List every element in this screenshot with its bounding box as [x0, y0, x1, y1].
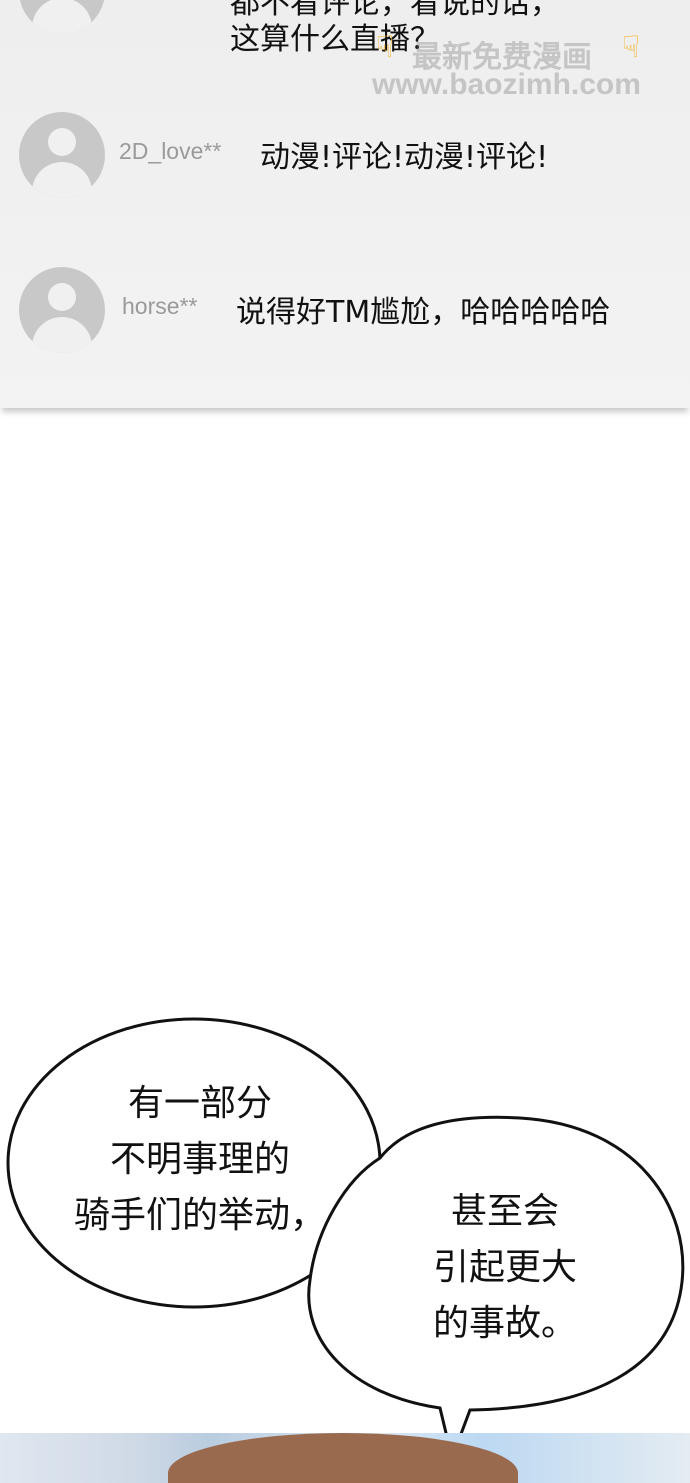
bubble-line: 不明事理的 — [109, 1139, 290, 1180]
comic-scene-strip — [0, 1433, 690, 1483]
comment-text: 说得好TM尴尬，哈哈哈哈哈 — [236, 295, 611, 330]
bubble-line: 引起更大 — [432, 1247, 577, 1288]
avatar — [19, 0, 105, 34]
avatar — [19, 112, 105, 198]
comment-text: 动漫!评论!动漫!评论! — [260, 140, 549, 175]
bubble-line: 甚至会 — [450, 1191, 559, 1232]
speech-bubbles: 有一部分 不明事理的 骑手们的举动， 甚至会 引起更大 的事故。 — [0, 1010, 690, 1470]
comment-username: horse** — [122, 293, 198, 319]
bubble-line: 有一部分 — [127, 1083, 272, 1124]
bubble-line: 骑手们的举动， — [73, 1195, 326, 1236]
bubble-line: 的事故。 — [432, 1303, 577, 1344]
comment-username: 2D_love** — [119, 138, 222, 164]
avatar — [19, 267, 105, 353]
pointing-down-hand-icon: ☟ — [376, 30, 395, 65]
pointing-down-hand-icon: ☟ — [622, 30, 641, 65]
watermark-url: www.baozimh.com — [372, 68, 641, 101]
speech-bubble-left-text: 有一部分 不明事理的 骑手们的举动， — [40, 1076, 360, 1244]
comment-text-line: 这算什么直播？ — [230, 22, 440, 57]
comment-panel: 都不看评论，看说的话， 这算什么直播？ 2D_love** 动漫!评论!动漫!评… — [0, 0, 690, 408]
speech-bubble-right-text: 甚至会 引起更大 的事故。 — [380, 1184, 630, 1352]
character-hair — [168, 1433, 518, 1483]
